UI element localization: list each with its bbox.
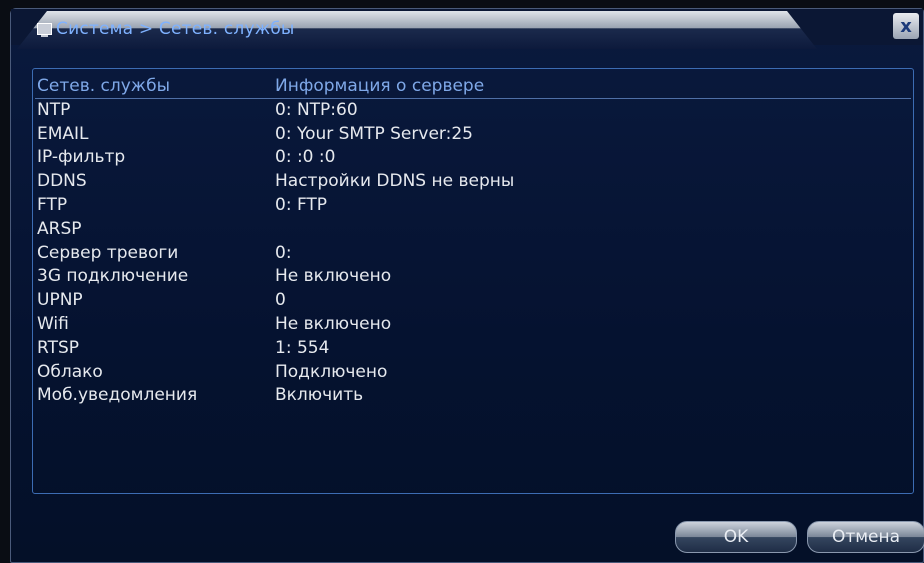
service-info: Подключено	[275, 361, 388, 382]
table-row[interactable]: 3G подключение Не включено	[35, 265, 911, 289]
table-row[interactable]: RTSP 1: 554	[35, 337, 911, 361]
monitor-icon	[37, 23, 52, 37]
service-name: DDNS	[37, 171, 87, 192]
service-name: FTP	[37, 194, 68, 215]
table-row[interactable]: EMAIL 0: Your SMTP Server:25	[35, 123, 911, 147]
service-name: UPNP	[37, 290, 83, 311]
service-name: ARSP	[37, 218, 82, 239]
service-info: 0:	[275, 242, 292, 263]
service-info: 0: FTP	[275, 194, 328, 215]
service-name: IP-фильтр	[37, 147, 126, 168]
service-name: EMAIL	[37, 123, 89, 144]
service-name: Сервер тревоги	[37, 242, 179, 263]
table-row[interactable]: UPNP 0	[35, 289, 911, 313]
table-row[interactable]: Wifi Не включено	[35, 313, 911, 337]
table-row[interactable]: Облако Подключено	[35, 361, 911, 385]
service-info: Включить	[275, 385, 364, 406]
table-row[interactable]: NTP 0: NTP:60	[35, 99, 911, 123]
service-info: Не включено	[275, 313, 392, 334]
title-bar: Система > Сетев. службы x	[11, 9, 923, 49]
table-row[interactable]: Моб.уведомления Включить	[35, 384, 911, 408]
network-services-window: Система > Сетев. службы x Сетев. службы …	[10, 8, 924, 563]
table-row[interactable]: ARSP	[35, 218, 911, 242]
service-info: 0: NTP:60	[275, 99, 358, 120]
ok-button[interactable]: OK	[675, 521, 797, 553]
header-services: Сетев. службы	[37, 76, 171, 96]
service-name: Моб.уведомления	[37, 385, 198, 406]
services-table: Сетев. службы Информация о сервере NTP 0…	[35, 75, 911, 408]
service-info: 0: Your SMTP Server:25	[275, 123, 473, 144]
service-info: Не включено	[275, 266, 392, 287]
service-info: 0	[275, 290, 286, 311]
service-info: 1: 554	[275, 337, 330, 358]
close-button[interactable]: x	[893, 13, 919, 39]
service-name: NTP	[37, 99, 71, 120]
title-area: Система > Сетев. службы	[37, 15, 777, 43]
table-row[interactable]: IP-фильтр 0: :0 :0	[35, 146, 911, 170]
window-title: Система > Сетев. службы	[56, 19, 295, 39]
service-name: RTSP	[37, 337, 80, 358]
table-header: Сетев. службы Информация о сервере	[35, 75, 911, 99]
cancel-button[interactable]: Отмена	[807, 521, 924, 553]
service-info: Настройки DDNS не верны	[275, 171, 515, 192]
services-panel: Сетев. службы Информация о сервере NTP 0…	[32, 68, 914, 494]
service-name: 3G подключение	[37, 266, 189, 287]
service-info: 0: :0 :0	[275, 147, 336, 168]
service-name: Wifi	[37, 313, 69, 334]
service-name: Облако	[37, 361, 103, 382]
table-row[interactable]: Сервер тревоги 0:	[35, 242, 911, 266]
table-row[interactable]: FTP 0: FTP	[35, 194, 911, 218]
table-row[interactable]: DDNS Настройки DDNS не верны	[35, 170, 911, 194]
header-server-info: Информация о сервере	[275, 76, 485, 96]
